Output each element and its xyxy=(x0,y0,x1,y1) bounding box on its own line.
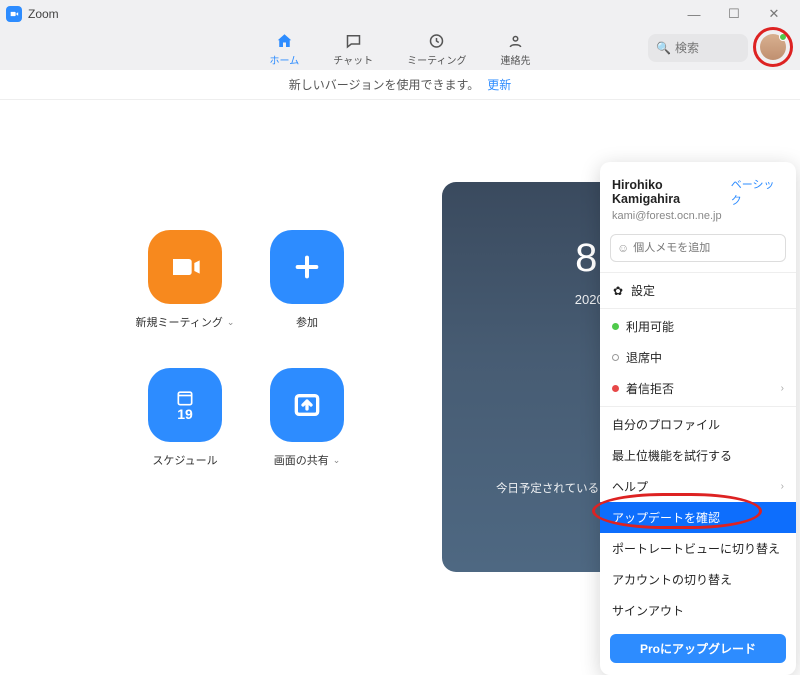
banner-update-link[interactable]: 更新 xyxy=(487,76,511,93)
close-button[interactable]: ✕ xyxy=(754,2,794,26)
app-title: Zoom xyxy=(28,7,59,21)
menu-check-update[interactable]: アップデートを確認 xyxy=(600,502,796,533)
zoom-logo-icon xyxy=(6,6,22,22)
tab-meetings[interactable]: ミーティング xyxy=(407,32,466,67)
smile-icon: ☺ xyxy=(617,241,629,255)
clock-icon xyxy=(428,32,446,50)
search-input[interactable] xyxy=(675,41,743,55)
maximize-button[interactable]: ☐ xyxy=(714,2,754,26)
chat-icon xyxy=(344,32,362,50)
presence-dot-icon xyxy=(779,33,787,41)
top-nav: ホーム チャット ミーティング 連絡先 🔍 xyxy=(0,28,800,70)
update-banner: 新しいバージョンを使用できます。 更新 xyxy=(0,70,800,100)
avatar-button[interactable] xyxy=(760,34,786,60)
menu-signout[interactable]: サインアウト xyxy=(600,595,796,626)
status-dot-away-icon xyxy=(612,354,619,361)
menu-help[interactable]: ヘルプ› xyxy=(600,471,796,502)
menu-profile[interactable]: 自分のプロファイル xyxy=(600,409,796,440)
minimize-button[interactable]: — xyxy=(674,2,714,26)
tab-chat[interactable]: チャット xyxy=(333,32,373,67)
contacts-icon xyxy=(507,32,525,50)
menu-available[interactable]: 利用可能 xyxy=(600,311,796,342)
status-dot-dnd-icon xyxy=(612,385,619,392)
menu-username: Hirohiko Kamigahira xyxy=(612,178,731,206)
gear-icon: ✿ xyxy=(612,285,624,297)
titlebar: Zoom — ☐ ✕ xyxy=(0,0,800,28)
tile-join[interactable]: 参加 xyxy=(252,230,362,350)
menu-email: kami@forest.ocn.ne.jp xyxy=(600,210,796,230)
menu-upgrade-pro[interactable]: Proにアップグレード xyxy=(610,634,786,663)
tab-home[interactable]: ホーム xyxy=(269,32,299,67)
status-dot-green-icon xyxy=(612,323,619,330)
menu-settings[interactable]: ✿ 設定 xyxy=(600,275,796,306)
chevron-down-icon[interactable]: ⌄ xyxy=(333,455,341,466)
menu-plan: ベーシック xyxy=(731,176,784,208)
window-controls: — ☐ ✕ xyxy=(674,2,794,26)
search-icon: 🔍 xyxy=(656,41,671,55)
menu-try-top[interactable]: 最上位機能を試行する xyxy=(600,440,796,471)
tile-share-screen[interactable]: 画面の共有⌄ xyxy=(252,368,362,488)
tile-schedule[interactable]: 19 スケジュール xyxy=(130,368,240,488)
tile-new-meeting[interactable]: 新規ミーティング⌄ xyxy=(130,230,240,350)
chevron-down-icon[interactable]: ⌄ xyxy=(227,317,235,328)
tab-contacts[interactable]: 連絡先 xyxy=(501,32,531,67)
account-menu: Hirohiko Kamigahira ベーシック kami@forest.oc… xyxy=(600,162,796,675)
menu-away[interactable]: 退席中 xyxy=(600,342,796,373)
menu-switch-account[interactable]: アカウントの切り替え xyxy=(600,564,796,595)
home-icon xyxy=(275,32,293,50)
chevron-right-icon: › xyxy=(781,383,784,394)
menu-dnd[interactable]: 着信拒否› xyxy=(600,373,796,404)
tile-grid: 新規ミーティング⌄ 参加 19 スケジュール 画面の共有⌄ xyxy=(130,230,362,488)
content: 新規ミーティング⌄ 参加 19 スケジュール 画面の共有⌄ 8:49 2020年… xyxy=(0,100,800,607)
chevron-right-icon: › xyxy=(781,481,784,492)
banner-message: 新しいバージョンを使用できます。 xyxy=(289,76,480,93)
search-box[interactable]: 🔍 xyxy=(648,34,748,62)
menu-portrait[interactable]: ポートレートビューに切り替え xyxy=(600,533,796,564)
personal-memo-input[interactable]: ☺ xyxy=(610,234,786,262)
